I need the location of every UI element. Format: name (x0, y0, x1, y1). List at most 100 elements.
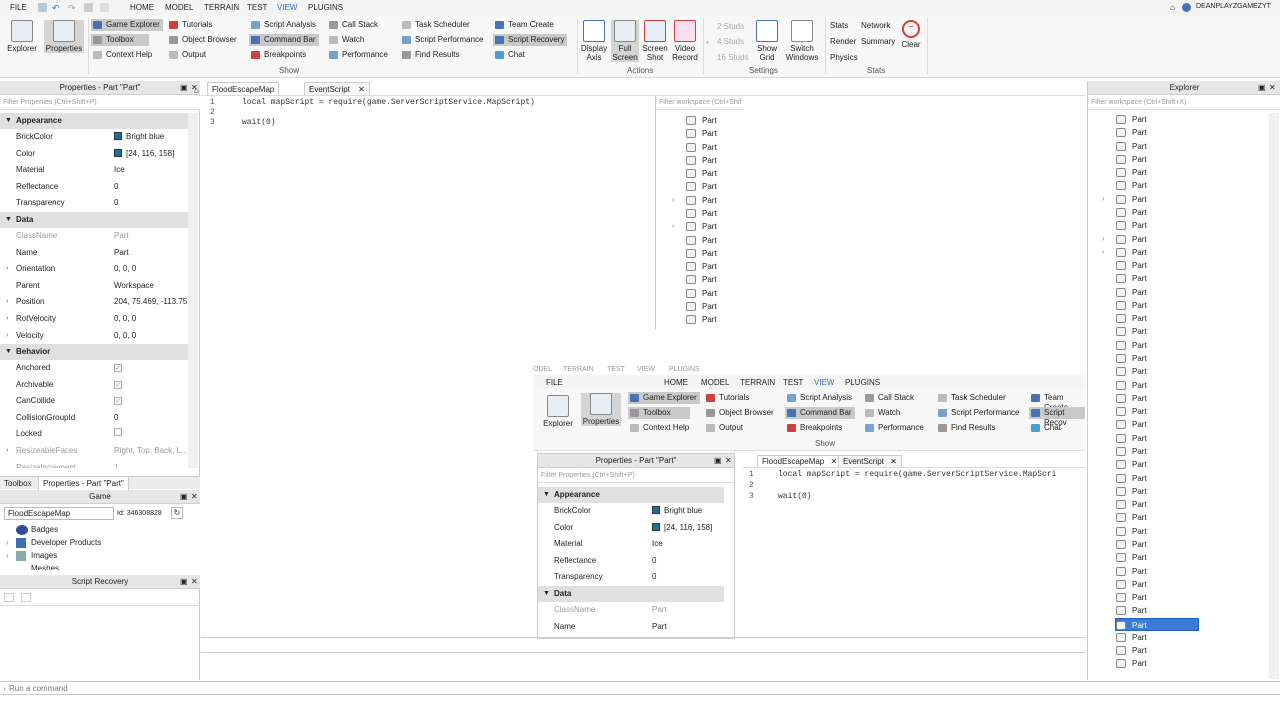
explorer-item[interactable]: Part (1116, 259, 1176, 272)
tab-properties[interactable]: Properties - Part "Part" (38, 477, 129, 491)
explorer-item[interactable]: Part (1116, 644, 1176, 657)
explorer-item[interactable]: Part (1116, 472, 1176, 485)
explorer-button[interactable]: Explorer (6, 20, 38, 53)
prop-row-material[interactable]: Material Ice (0, 162, 188, 179)
toolbox-button[interactable]: Toolbox (91, 34, 149, 46)
workspace-list-item[interactable]: Part (686, 300, 736, 313)
prop-row-collisiongroupid[interactable]: CollisionGroupId 0 (0, 410, 188, 427)
studs-2-option[interactable]: 2 Studs (717, 22, 744, 31)
cancollide-checkbox[interactable]: ✓ (114, 397, 122, 406)
watch-button[interactable]: Watch (327, 34, 367, 46)
undo-icon[interactable]: ↶ (52, 3, 60, 14)
display-axis-button[interactable]: Display Axis (580, 20, 608, 62)
workspace-list-item[interactable]: Part (686, 247, 736, 260)
explorer-item[interactable]: Part (1116, 379, 1176, 392)
explorer-filter-input[interactable]: Filter workspace (Ctrl+Shift+X) (1088, 96, 1280, 110)
command-bar-button[interactable]: Command Bar (249, 34, 319, 46)
close-icon[interactable]: ✕ (191, 575, 198, 589)
code-line-3[interactable]: wait(0) (242, 118, 276, 127)
explorer-item[interactable]: › Part (1102, 233, 1176, 246)
explorer-item[interactable]: Part (1116, 219, 1176, 232)
prop-row-brickcolor[interactable]: BrickColor Bright blue (0, 129, 188, 146)
explorer-item[interactable]: Part (1115, 617, 1199, 631)
workspace-list-item[interactable]: Part (686, 234, 736, 247)
prop-row-resizeincrement[interactable]: ResizeIncrement 1 (0, 460, 188, 468)
prop-row-rotvelocity[interactable]: › RotVelocity 0, 0, 0 (0, 311, 188, 328)
expand-icon[interactable]: › (672, 194, 674, 207)
object-browser-button[interactable]: Object Browser (167, 34, 240, 46)
explorer-item[interactable]: Part (1116, 551, 1176, 564)
explorer-item[interactable]: Part (1116, 538, 1176, 551)
explorer-item[interactable]: Part (1116, 365, 1176, 378)
clear-button[interactable]: − Clear (899, 20, 923, 49)
category-data[interactable]: ▼ Data (0, 212, 188, 228)
undock-icon[interactable]: ▣ (180, 81, 188, 95)
expand-icon[interactable]: › (6, 538, 9, 547)
video-record-button[interactable]: Video Record (671, 20, 699, 62)
explorer-item[interactable]: Part (1116, 525, 1176, 538)
prop-row-parent[interactable]: Parent Workspace (0, 278, 188, 295)
menu-home[interactable]: HOME (130, 3, 154, 12)
breakpoints-button[interactable]: Breakpoints (249, 49, 309, 61)
tab-eventscript[interactable]: EventScript ✕ (304, 82, 370, 95)
menu-terrain[interactable]: TERRAIN (204, 3, 239, 12)
undock-icon[interactable]: ▣ (1258, 81, 1266, 95)
close-icon[interactable]: ✕ (1269, 81, 1276, 95)
explorer-item[interactable]: Part (1116, 657, 1176, 670)
prop-row-reflectance[interactable]: Reflectance 0 (0, 179, 188, 196)
explorer-item[interactable]: Part (1116, 418, 1176, 431)
explorer-item[interactable]: Part (1116, 511, 1176, 524)
explorer-item[interactable]: Part (1116, 286, 1176, 299)
undock-icon[interactable]: ▣ (180, 490, 188, 504)
workspace-list-item[interactable]: Part (686, 260, 736, 273)
document-icon[interactable] (21, 593, 31, 602)
menu-plugins[interactable]: PLUGINS (308, 3, 343, 12)
explorer-item[interactable]: › Part (1102, 246, 1176, 259)
workspace-list-item[interactable]: Part (686, 154, 736, 167)
prop-row-locked[interactable]: Locked (0, 426, 188, 443)
show-grid-button[interactable]: Show Grid (754, 20, 780, 62)
workspace-filter-input[interactable]: Filter workspace (Ctrl+Shif (656, 96, 744, 110)
tab-toolbox[interactable]: Toolbox (4, 479, 32, 488)
expand-icon[interactable]: › (6, 551, 9, 560)
tree-item-badges[interactable]: Badges (31, 525, 58, 534)
explorer-item[interactable]: Part (1116, 392, 1176, 405)
network-button[interactable]: Network (861, 21, 890, 30)
explorer-item[interactable]: Part (1116, 140, 1176, 153)
task-scheduler-button[interactable]: Task Scheduler (400, 19, 473, 31)
context-help-button[interactable]: Context Help (91, 49, 155, 61)
archivable-checkbox[interactable]: ✓ (114, 380, 122, 389)
workspace-list-item[interactable]: Part (686, 114, 736, 127)
explorer-item[interactable]: Part (1116, 153, 1176, 166)
anchored-checkbox[interactable]: ✓ (114, 364, 122, 372)
tab-floodescapemap[interactable]: ⌂ FloodEscapeMap (194, 82, 280, 95)
redo-icon[interactable]: ↷ (68, 3, 76, 14)
explorer-item[interactable]: Part (1116, 299, 1176, 312)
workspace-list-item[interactable]: Part (686, 287, 736, 300)
explorer-item[interactable]: Part (1116, 578, 1176, 591)
explorer-item[interactable]: › Part (1102, 193, 1176, 206)
prop-row-position[interactable]: › Position 204, 75.469, -113.75 (0, 294, 188, 311)
find-results-button[interactable]: Find Results (400, 49, 462, 61)
prop-row-orientation[interactable]: › Orientation 0, 0, 0 (0, 261, 188, 278)
properties-filter-input[interactable]: Filter Properties (Ctrl+Shift+P) (0, 96, 200, 110)
user-name[interactable]: DEANPLAYZGAMEZYT (1196, 3, 1271, 10)
prop-row-name[interactable]: Name Part (0, 245, 188, 262)
script-performance-button[interactable]: Script Performance (400, 34, 486, 46)
workspace-list-item[interactable]: Part (686, 167, 736, 180)
explorer-item[interactable]: Part (1116, 458, 1176, 471)
workspace-list-item[interactable]: Part (686, 141, 736, 154)
menu-view[interactable]: VIEW (277, 3, 297, 12)
expand-icon[interactable]: › (1102, 233, 1104, 246)
explorer-item[interactable]: Part (1116, 272, 1176, 285)
properties-button[interactable]: Properties (44, 20, 84, 53)
output-button[interactable]: Output (167, 49, 209, 61)
prop-row-archivable[interactable]: Archivable ✓ (0, 377, 188, 394)
prop-row-classname[interactable]: ClassName Part (0, 228, 188, 245)
studs-16-option[interactable]: 16 Studs (717, 53, 749, 62)
workspace-list-item[interactable]: › Part (672, 220, 736, 233)
prop-row-resizeablefaces[interactable]: › ResizeableFaces Right, Top, Back, L... (0, 443, 188, 460)
workspace-list-item[interactable]: Part (686, 313, 736, 326)
place-name-field[interactable]: FloodEscapeMap (4, 507, 114, 520)
explorer-item[interactable]: Part (1116, 126, 1176, 139)
